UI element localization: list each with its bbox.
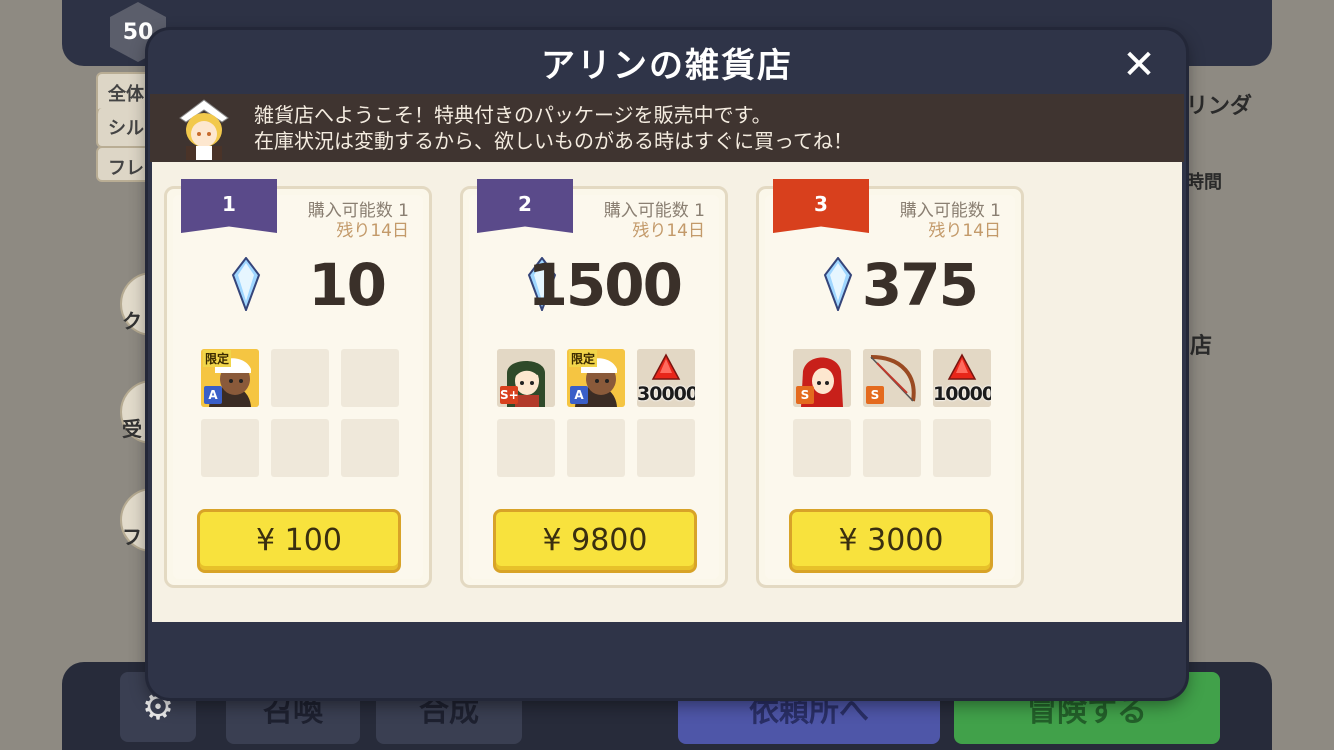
item-slot-maid[interactable]: 限定 A xyxy=(201,349,259,407)
rank-badge: A xyxy=(570,386,588,404)
gem-amount: 1500 xyxy=(527,251,683,319)
item-slot-red-crystal[interactable]: 10000 xyxy=(933,349,991,407)
package-card-2: 2 購入可能数 1 残り14日 1500 S+ 限定 A 30000 ¥ 980… xyxy=(460,179,728,588)
package-number-ribbon: 2 xyxy=(477,179,573,233)
empty-item-slot xyxy=(271,419,329,477)
remaining-days-text: 残り14日 xyxy=(336,221,409,241)
buy-button-package-3[interactable]: ¥ 3000 xyxy=(789,509,993,573)
gem-icon xyxy=(231,257,261,311)
item-amount: 10000 xyxy=(933,383,991,405)
close-button[interactable]: ✕ xyxy=(1116,42,1162,88)
empty-item-slot xyxy=(793,419,851,477)
item-slot-red-hood[interactable]: S xyxy=(793,349,851,407)
purchase-limit: 購入可能数 1 残り14日 xyxy=(900,201,1001,241)
package-card-1: 1 購入可能数 1 残り14日 10 限定 A ¥ 100 xyxy=(164,179,432,588)
empty-item-slot xyxy=(637,419,695,477)
gem-reward: 1500 xyxy=(463,253,725,317)
gem-amount: 375 xyxy=(861,251,979,319)
bg-label-time: 時間 xyxy=(1186,172,1222,193)
empty-item-slot xyxy=(271,349,329,407)
empty-item-slot xyxy=(341,419,399,477)
rank-badge: S xyxy=(866,386,884,404)
limited-tag: 限定 xyxy=(569,350,598,367)
bg-label-linda: リンダ xyxy=(1186,94,1253,119)
empty-item-slot xyxy=(567,419,625,477)
purchase-limit-text: 購入可能数 1 xyxy=(603,201,705,221)
purchase-limit: 購入可能数 1 残り14日 xyxy=(308,201,409,241)
bg-tab-friend: フレ xyxy=(96,146,156,182)
purchase-limit-text: 購入可能数 1 xyxy=(899,201,1001,221)
item-slot-red-crystal[interactable]: 30000 xyxy=(637,349,695,407)
empty-item-slot xyxy=(863,419,921,477)
rank-badge: A xyxy=(204,386,222,404)
shopkeeper-avatar xyxy=(179,99,229,160)
item-amount: 30000 xyxy=(637,383,695,405)
dialog-title: アリンの雑貨店 xyxy=(541,46,793,86)
bg-label-shop: 店 xyxy=(1190,334,1213,359)
shopkeeper-message: 雑貨店へようこそ！特典付きのパッケージを販売中です。 在庫状況は変動するから、欲… xyxy=(254,102,853,154)
buy-button-package-2[interactable]: ¥ 9800 xyxy=(493,509,697,573)
message-line-2: 在庫状況は変動するから、欲しいものがある時はすぐに買ってね！ xyxy=(254,129,853,153)
item-slot-bow[interactable]: S xyxy=(863,349,921,407)
shopkeeper-message-bar: 雑貨店へようこそ！特典付きのパッケージを販売中です。 在庫状況は変動するから、欲… xyxy=(150,94,1184,162)
gem-amount: 10 xyxy=(308,251,387,319)
gem-reward: 10 xyxy=(167,253,429,317)
message-line-1: 雑貨店へようこそ！特典付きのパッケージを販売中です。 xyxy=(254,103,772,127)
empty-item-slot xyxy=(497,419,555,477)
remaining-days-text: 残り14日 xyxy=(928,221,1001,241)
gem-reward: 375 xyxy=(759,253,1021,317)
item-slot-green-hair[interactable]: S+ xyxy=(497,349,555,407)
package-number-ribbon: 1 xyxy=(181,179,277,233)
rank-badge: S xyxy=(796,386,814,404)
rank-badge: S+ xyxy=(500,386,519,404)
purchase-limit-text: 購入可能数 1 xyxy=(307,201,409,221)
purchase-limit: 購入可能数 1 残り14日 xyxy=(604,201,705,241)
empty-item-slot xyxy=(341,349,399,407)
empty-item-slot xyxy=(201,419,259,477)
empty-item-slot xyxy=(933,419,991,477)
package-card-3: 3 購入可能数 1 残り14日 375 S S 10000 ¥ 3000 xyxy=(756,179,1024,588)
gem-icon xyxy=(823,257,853,311)
bg-tab-silver: シル xyxy=(96,108,156,148)
package-number-ribbon: 3 xyxy=(773,179,869,233)
buy-button-package-1[interactable]: ¥ 100 xyxy=(197,509,401,573)
limited-tag: 限定 xyxy=(203,350,232,367)
remaining-days-text: 残り14日 xyxy=(632,221,705,241)
item-slot-maid[interactable]: 限定 A xyxy=(567,349,625,407)
